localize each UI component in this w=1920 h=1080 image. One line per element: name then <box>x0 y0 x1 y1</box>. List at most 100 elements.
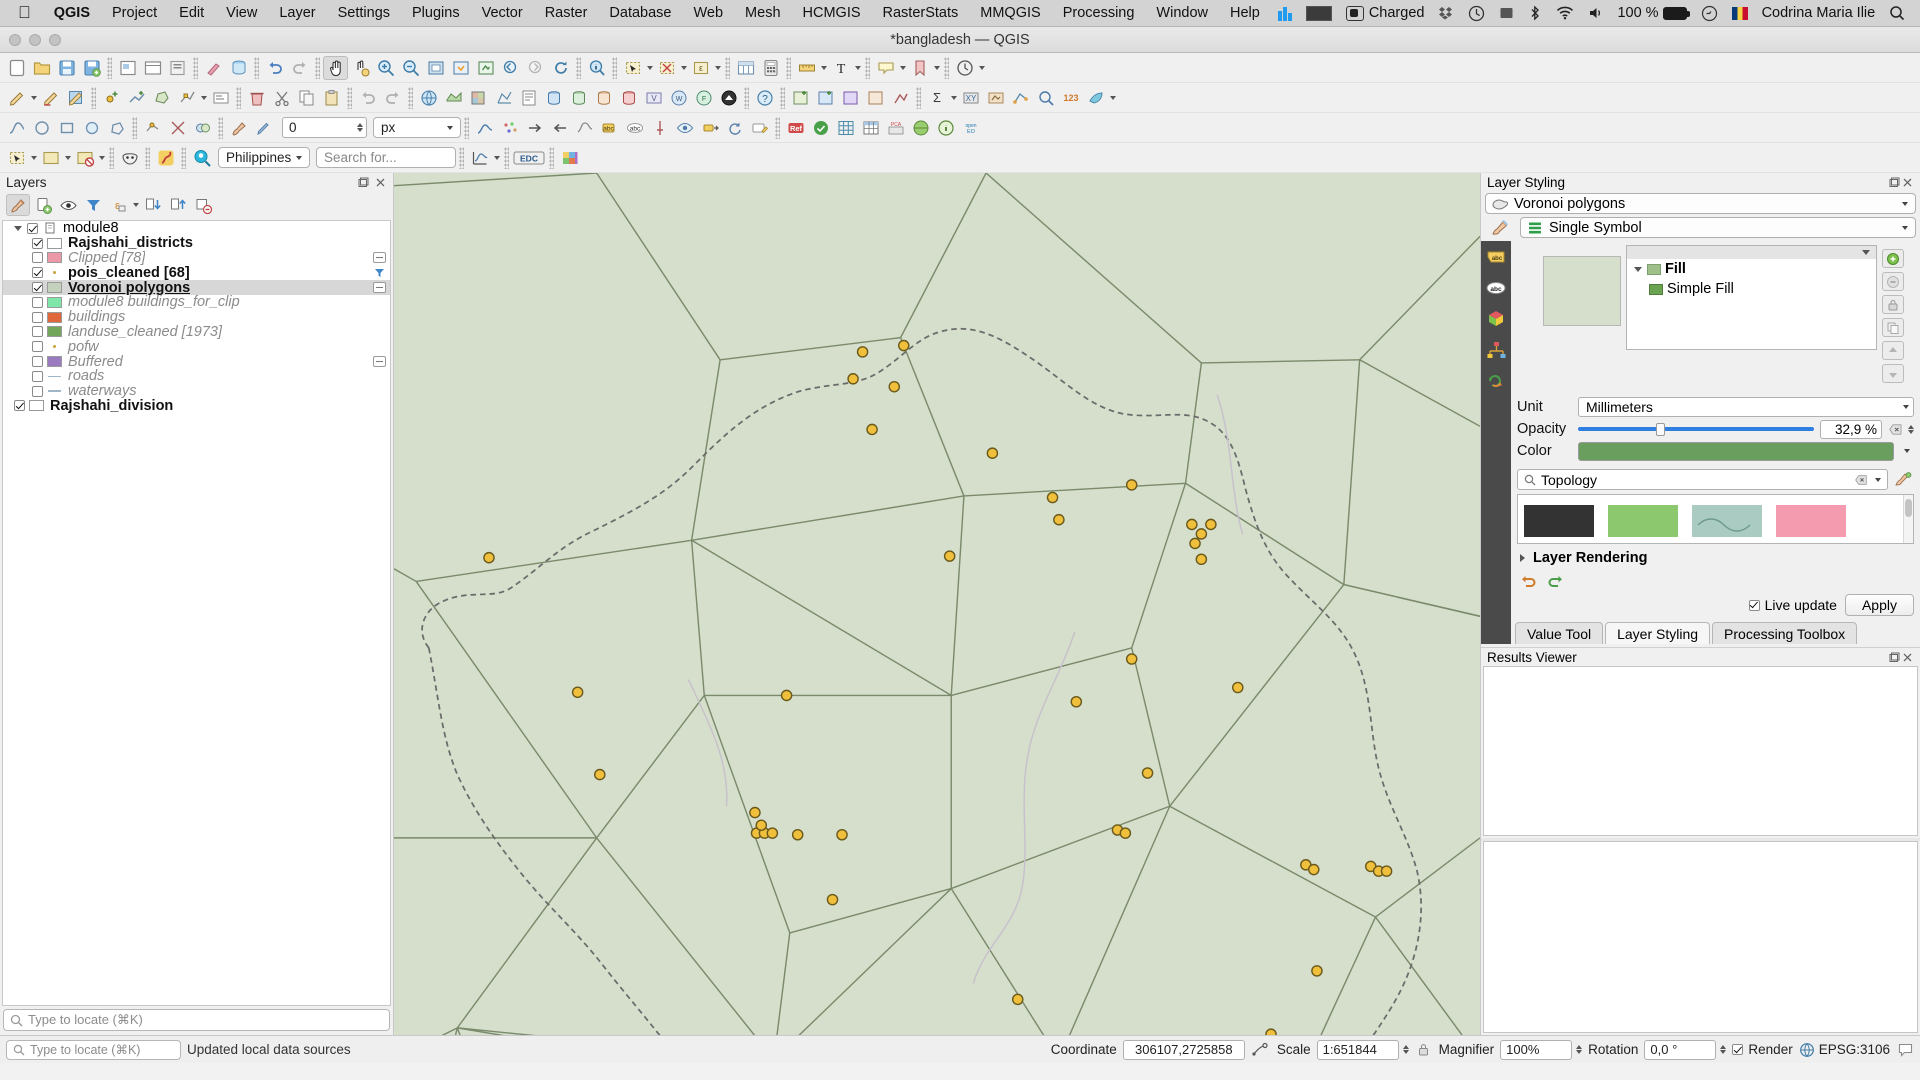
render-check[interactable] <box>1732 1044 1744 1055</box>
menu-project[interactable]: Project <box>101 5 168 21</box>
label-toggle-icon[interactable]: abc <box>597 116 622 140</box>
style-manager-icon[interactable] <box>201 56 226 80</box>
geocoding-search-icon[interactable] <box>189 146 214 170</box>
go-west-icon[interactable] <box>547 116 572 140</box>
temporal-controller-icon[interactable] <box>952 56 977 80</box>
menu-rasterstats[interactable]: RasterStats <box>872 5 970 21</box>
dig-drag-2[interactable] <box>236 86 241 109</box>
duplicate-layer-button[interactable] <box>1882 318 1904 337</box>
colorful-plugin-icon[interactable] <box>557 146 582 170</box>
filter-legend-dropdown[interactable] <box>131 193 140 217</box>
digitize-polygon-icon[interactable] <box>104 116 129 140</box>
qfield-sync-icon[interactable] <box>808 116 833 140</box>
diagrams-tab-icon[interactable] <box>1485 340 1507 360</box>
select-tool-icon[interactable] <box>4 146 29 170</box>
layer-visibility-checkbox[interactable] <box>32 370 43 382</box>
layer-tree-row[interactable]: pois_cleaned [68] <box>3 265 390 281</box>
select-tool-dropdown-2[interactable] <box>29 146 38 170</box>
color-dropdown-icon[interactable] <box>1900 449 1914 453</box>
bookmark-dropdown[interactable] <box>932 56 941 80</box>
select-by-expression-icon[interactable]: ε <box>688 56 713 80</box>
add-line-feature-icon[interactable] <box>124 86 149 110</box>
sel-drag-5[interactable] <box>504 146 509 169</box>
new-gpx-layer-icon[interactable] <box>888 86 913 110</box>
menu-plugins[interactable]: Plugins <box>401 5 471 21</box>
menu-help[interactable]: Help <box>1219 5 1271 21</box>
toolbar-drag-handle[interactable] <box>107 56 112 79</box>
add-postgis-layer-icon[interactable] <box>541 86 566 110</box>
spotlight-search-icon[interactable] <box>1882 5 1912 21</box>
text-annotation-icon[interactable]: T <box>828 56 853 80</box>
styling-redo-icon[interactable] <box>1545 571 1567 590</box>
style-search-box[interactable]: Topology <box>1517 469 1888 490</box>
add-point-feature-icon[interactable] <box>99 86 124 110</box>
plg-drag-2[interactable] <box>218 116 223 139</box>
deselect-all-icon[interactable] <box>72 146 97 170</box>
layer-expander-icon[interactable] <box>11 226 24 231</box>
save-layer-edits-icon[interactable] <box>63 86 88 110</box>
crs-status[interactable]: EPSG:3106 <box>1799 1042 1890 1058</box>
menu-view[interactable]: View <box>215 5 268 21</box>
georeferencer-icon[interactable] <box>983 86 1008 110</box>
cut-features-icon[interactable] <box>269 86 294 110</box>
coordinate-capture-icon[interactable]: XY <box>958 86 983 110</box>
coordinate-value[interactable]: 306107,2725858 <box>1122 1039 1245 1060</box>
redo-icon[interactable] <box>287 56 312 80</box>
measure-dropdown[interactable] <box>819 56 828 80</box>
layer-rendering-section[interactable]: Layer Rendering <box>1517 550 1914 566</box>
results-viewer-float-icon[interactable] <box>1888 652 1901 663</box>
merge-features-icon[interactable] <box>190 116 215 140</box>
new-shapefile-layer-icon[interactable] <box>788 86 813 110</box>
symbol-tree-header-caret[interactable] <box>1862 250 1870 255</box>
show-hide-labels-icon[interactable] <box>672 116 697 140</box>
deselect-dropdown[interactable] <box>679 56 688 80</box>
layer-visibility-checkbox[interactable] <box>32 296 43 308</box>
lock-layer-button[interactable] <box>1882 295 1904 314</box>
dig-drag-4[interactable] <box>408 86 413 109</box>
notification-center-icon[interactable] <box>1912 5 1920 21</box>
pan-to-selection-icon[interactable] <box>348 56 373 80</box>
styling-layer-combo[interactable]: Voronoi polygons <box>1485 193 1916 214</box>
results-viewer-upper[interactable] <box>1483 666 1918 836</box>
dsu-meter-icon[interactable] <box>1271 5 1299 21</box>
search-input[interactable]: Search for... <box>316 147 456 168</box>
menu-window[interactable]: Window <box>1145 5 1219 21</box>
layer-tree-row[interactable]: Voronoi polygons <box>3 280 390 296</box>
new-bookmark-icon[interactable] <box>907 56 932 80</box>
statistics-dropdown[interactable] <box>949 86 958 110</box>
data-source-manager-icon[interactable] <box>226 56 251 80</box>
collapse-all-icon[interactable] <box>166 194 190 216</box>
scale-stepper[interactable] <box>1402 1045 1409 1054</box>
apple-logo-icon[interactable]:  <box>8 4 43 23</box>
layer-tree-row[interactable]: Clipped [78] <box>3 250 390 266</box>
undo-edit-icon[interactable] <box>355 86 380 110</box>
style-search-clear-icon[interactable] <box>1854 474 1867 485</box>
time-machine-icon[interactable] <box>1461 5 1492 22</box>
dig-drag-7[interactable] <box>916 86 921 109</box>
extents-toggle-icon[interactable] <box>1251 1042 1271 1057</box>
layer-tree-row[interactable]: buildings <box>3 309 390 325</box>
magnifier-stepper[interactable] <box>1576 1045 1583 1054</box>
lock-scale-icon[interactable] <box>1415 1042 1433 1057</box>
info-plugin-icon[interactable] <box>933 116 958 140</box>
layer-tree-row[interactable]: pofw <box>3 339 390 355</box>
filter-legend-expression-icon[interactable]: ε <box>106 194 130 216</box>
go-east-icon[interactable] <box>522 116 547 140</box>
opacity-clear-icon[interactable] <box>1888 423 1902 435</box>
layer-tree-row[interactable]: Rajshahi_division <box>3 398 390 414</box>
layer-visibility-checkbox[interactable] <box>32 237 43 249</box>
annotation-dropdown[interactable] <box>853 56 862 80</box>
plg-drag-3[interactable] <box>464 116 469 139</box>
menu-layer[interactable]: Layer <box>268 5 326 21</box>
style-search-dropdown-icon[interactable] <box>1872 477 1883 482</box>
locator-bar[interactable]: Type to locate (⌘K) <box>3 1009 390 1031</box>
label-halo-icon[interactable]: abc <box>622 116 647 140</box>
plg-drag-4[interactable] <box>775 116 780 139</box>
menu-processing[interactable]: Processing <box>1052 5 1146 21</box>
pin-labels-icon[interactable] <box>647 116 672 140</box>
swatch-3[interactable] <box>1776 504 1846 537</box>
layer-tree-row[interactable]: landuse_cleaned [1973] <box>3 324 390 340</box>
layer-tree-row[interactable]: Buffered <box>3 354 390 370</box>
flag-icon[interactable] <box>1725 6 1755 20</box>
layout-manager-icon[interactable] <box>140 56 165 80</box>
